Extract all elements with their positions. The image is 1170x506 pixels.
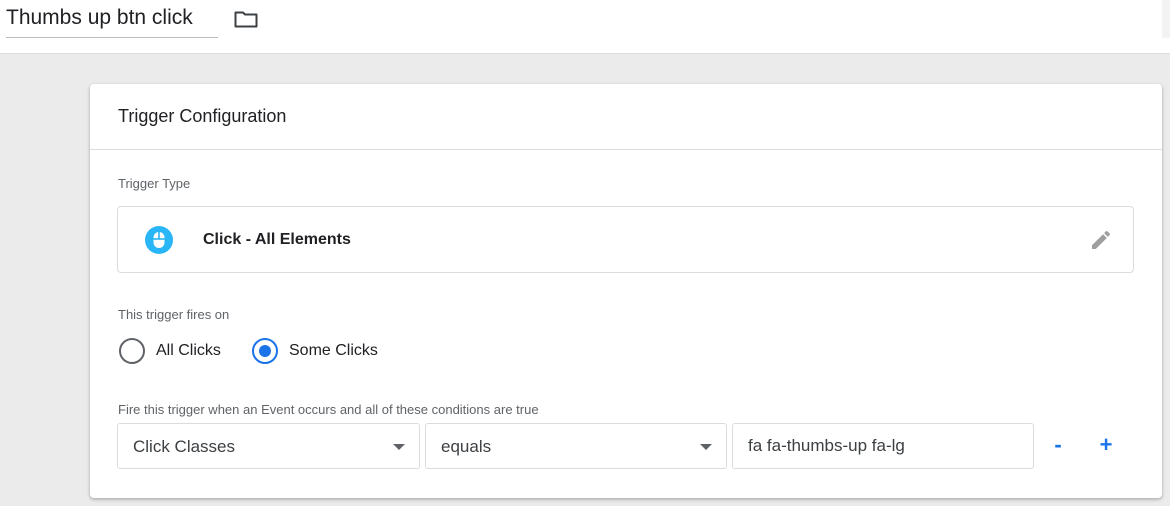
operator-select[interactable]: equals: [425, 423, 727, 469]
radio-all-clicks-label[interactable]: All Clicks: [156, 342, 221, 360]
trigger-type-label: Trigger Type: [118, 176, 191, 191]
variable-select[interactable]: Click Classes: [117, 423, 420, 469]
mouse-icon: [145, 226, 173, 254]
chevron-down-icon: [700, 444, 712, 450]
radio-some-clicks-label[interactable]: Some Clicks: [289, 342, 378, 360]
radio-all-clicks[interactable]: [119, 338, 145, 364]
folder-icon[interactable]: [234, 10, 258, 28]
scroll-edge: [1162, 0, 1170, 38]
tag-name-title[interactable]: Thumbs up btn click: [6, 6, 218, 38]
chevron-down-icon: [393, 444, 405, 450]
conditions-label: Fire this trigger when an Event occurs a…: [118, 402, 539, 417]
card-header: Trigger Configuration: [90, 84, 1162, 150]
fires-on-label: This trigger fires on: [118, 307, 230, 322]
value-input[interactable]: [733, 424, 1033, 468]
value-field[interactable]: [732, 423, 1034, 469]
trigger-type-name: Click - All Elements: [203, 231, 351, 248]
remove-condition-button[interactable]: -: [1046, 434, 1070, 458]
operator-select-value: equals: [441, 437, 492, 456]
trigger-configuration-card: Trigger Configuration Trigger Type Click…: [90, 84, 1162, 498]
card-title: Trigger Configuration: [118, 106, 287, 126]
add-condition-button[interactable]: +: [1094, 434, 1118, 458]
radio-some-clicks[interactable]: [252, 338, 278, 364]
variable-select-value: Click Classes: [133, 437, 236, 456]
top-bar: Thumbs up btn click: [0, 0, 1170, 54]
trigger-type-selector[interactable]: Click - All Elements: [117, 206, 1134, 273]
edit-icon[interactable]: [1089, 228, 1113, 252]
